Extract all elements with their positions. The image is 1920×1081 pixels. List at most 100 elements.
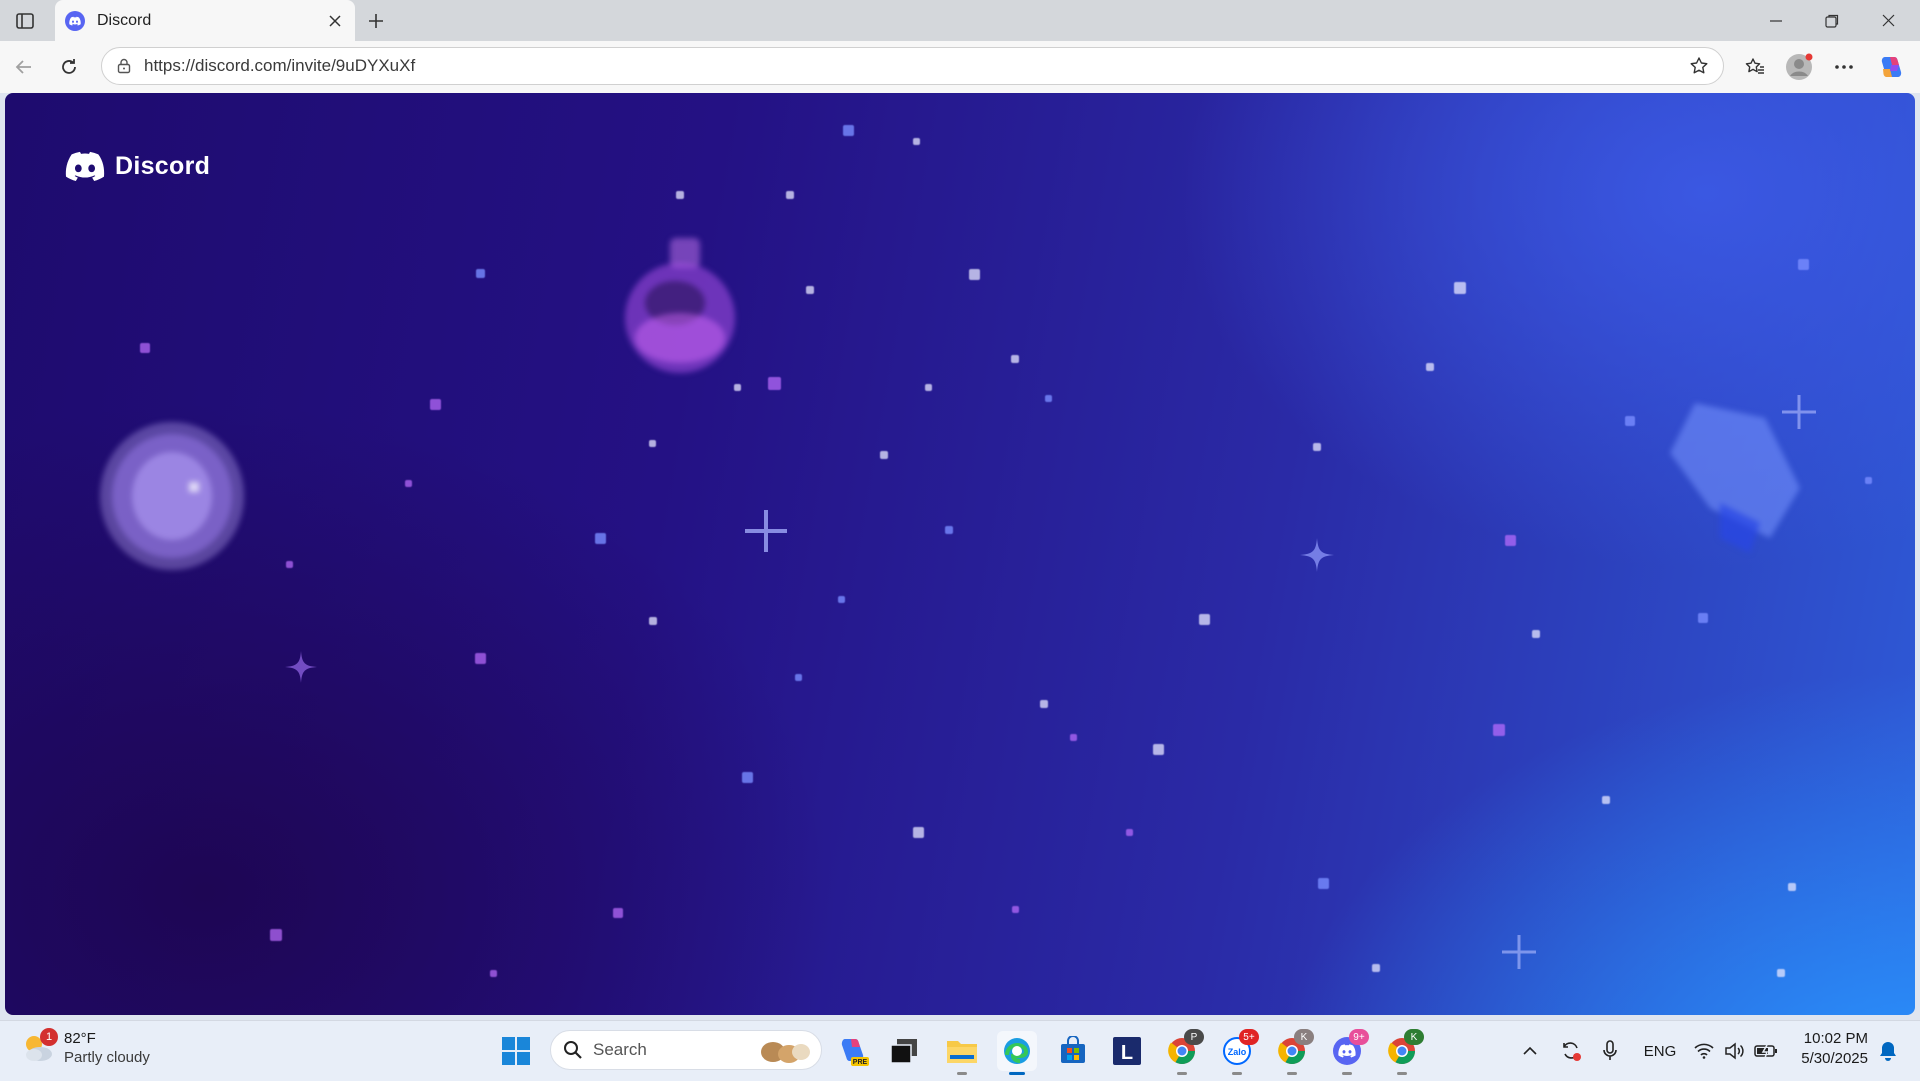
address-bar[interactable]: https://discord.com/invite/9uDYXuXf xyxy=(101,47,1724,85)
discord-invite-page: Discord xyxy=(5,93,1915,1015)
star-dot-decoration xyxy=(768,377,781,390)
battery-charging-icon[interactable] xyxy=(1752,1031,1780,1071)
star-dot-decoration xyxy=(286,561,293,568)
copilot-pre-app[interactable]: PRE xyxy=(833,1031,873,1071)
new-tab-button[interactable] xyxy=(362,8,390,34)
sparkle-icon xyxy=(285,651,317,683)
star-dot-decoration xyxy=(1011,355,1019,363)
star-dot-decoration xyxy=(734,384,741,391)
start-button[interactable] xyxy=(496,1031,536,1071)
star-dot-decoration xyxy=(649,617,657,625)
star-dot-decoration xyxy=(595,533,606,544)
search-label: Search xyxy=(593,1040,647,1059)
show-hidden-icons-chevron-up-icon[interactable] xyxy=(1518,1031,1542,1071)
star-dot-decoration xyxy=(925,384,932,391)
star-dot-decoration xyxy=(1426,363,1434,371)
star-dot-decoration xyxy=(945,526,953,534)
star-dot-decoration xyxy=(1153,744,1164,755)
windows-taskbar: 1 82°F Partly cloudy Search PRE L P Zalo… xyxy=(0,1020,1920,1081)
star-dot-decoration xyxy=(676,191,684,199)
sparkle-icon xyxy=(1782,395,1816,429)
more-options-icon[interactable] xyxy=(1828,51,1860,83)
taskbar-search[interactable]: Search xyxy=(550,1030,822,1070)
refresh-button[interactable] xyxy=(53,51,85,83)
folder-icon xyxy=(947,1041,977,1063)
copilot-pre-icon: PRE xyxy=(841,1039,869,1066)
star-dot-decoration xyxy=(476,269,485,278)
notification-bell-icon[interactable] xyxy=(1876,1031,1900,1071)
star-dot-decoration xyxy=(1126,829,1133,836)
star-dot-decoration xyxy=(913,827,924,838)
clock-date: 5/30/2025 xyxy=(1801,1050,1868,1067)
weather-temperature: 82°F xyxy=(64,1030,96,1047)
svg-text:L: L xyxy=(1121,1042,1133,1064)
discord-favicon-icon xyxy=(65,10,85,31)
restore-button[interactable] xyxy=(1804,0,1860,41)
chrome-profile-k-app[interactable]: K xyxy=(1272,1029,1314,1075)
back-button[interactable] xyxy=(8,51,40,83)
tab-discord[interactable]: Discord xyxy=(55,0,355,41)
close-window-button[interactable] xyxy=(1860,0,1916,41)
svg-text:Zalo: Zalo xyxy=(1228,1047,1247,1057)
store-icon xyxy=(1061,1036,1085,1063)
favorites-icon[interactable] xyxy=(1739,51,1771,83)
store-app[interactable] xyxy=(1053,1031,1093,1071)
star-dot-decoration xyxy=(1199,614,1210,625)
profile-badge: K xyxy=(1404,1029,1424,1045)
favorite-star-icon[interactable] xyxy=(1685,52,1713,80)
star-dot-decoration xyxy=(880,451,888,459)
star-dot-decoration xyxy=(1505,535,1516,546)
star-dot-decoration xyxy=(1454,282,1466,294)
discord-app[interactable]: 9+ xyxy=(1327,1029,1369,1075)
discord-logo-icon xyxy=(65,151,105,181)
profile-avatar-icon[interactable] xyxy=(1783,51,1815,83)
l-app-icon: L xyxy=(1113,1037,1141,1065)
star-dot-decoration xyxy=(1045,395,1052,402)
clock-time: 10:02 PM xyxy=(1803,1030,1868,1047)
zalo-app[interactable]: Zalo 5+ xyxy=(1217,1029,1259,1075)
sync-icon[interactable] xyxy=(1556,1031,1586,1071)
task-view-app[interactable] xyxy=(884,1031,924,1071)
site-info-lock-icon[interactable] xyxy=(114,56,134,76)
file-explorer-app[interactable] xyxy=(942,1031,982,1075)
tab-close-icon[interactable] xyxy=(323,9,347,33)
notification-badge: 5+ xyxy=(1239,1029,1259,1045)
profile-badge: K xyxy=(1294,1029,1314,1045)
star-dot-decoration xyxy=(490,970,497,977)
star-dot-decoration xyxy=(786,191,794,199)
minimize-button[interactable] xyxy=(1748,0,1804,41)
chrome-profile-p-app[interactable]: P xyxy=(1162,1029,1204,1075)
discord-logo[interactable]: Discord xyxy=(65,151,210,181)
star-dot-decoration xyxy=(405,480,412,487)
star-dot-decoration xyxy=(1602,796,1610,804)
system-clock[interactable]: 10:02 PM 5/30/2025 xyxy=(1790,1029,1868,1069)
chrome-profile-k2-app[interactable]: K xyxy=(1382,1029,1424,1075)
weather-alert-badge: 1 xyxy=(40,1028,58,1046)
star-dot-decoration xyxy=(742,772,753,783)
star-dot-decoration xyxy=(649,440,656,447)
microphone-icon[interactable] xyxy=(1598,1031,1622,1071)
star-dot-decoration xyxy=(1313,443,1321,451)
star-dot-decoration xyxy=(1318,878,1329,889)
star-dot-decoration xyxy=(795,674,802,681)
weather-condition: Partly cloudy xyxy=(64,1049,150,1066)
l-app[interactable]: L xyxy=(1107,1031,1147,1071)
star-dot-decoration xyxy=(1625,416,1635,426)
volume-icon[interactable] xyxy=(1722,1031,1746,1071)
star-dot-decoration xyxy=(475,653,486,664)
edge-app[interactable] xyxy=(997,1031,1037,1075)
sparkle-icon xyxy=(1502,935,1536,969)
star-dot-decoration xyxy=(1777,969,1785,977)
discord-brand-name: Discord xyxy=(115,151,211,180)
star-dot-decoration xyxy=(613,908,623,918)
star-dot-decoration xyxy=(1865,477,1872,484)
weather-widget[interactable]: 1 82°F Partly cloudy xyxy=(20,1028,150,1067)
star-dot-decoration xyxy=(270,929,282,941)
sidebar-toggle-icon[interactable] xyxy=(12,8,38,34)
blurred-orb-decoration xyxy=(97,418,247,573)
language-indicator[interactable]: ENG xyxy=(1638,1031,1682,1071)
star-dot-decoration xyxy=(913,138,920,145)
star-dot-decoration xyxy=(1698,613,1708,623)
copilot-icon[interactable] xyxy=(1875,51,1907,83)
wifi-icon[interactable] xyxy=(1692,1031,1716,1071)
